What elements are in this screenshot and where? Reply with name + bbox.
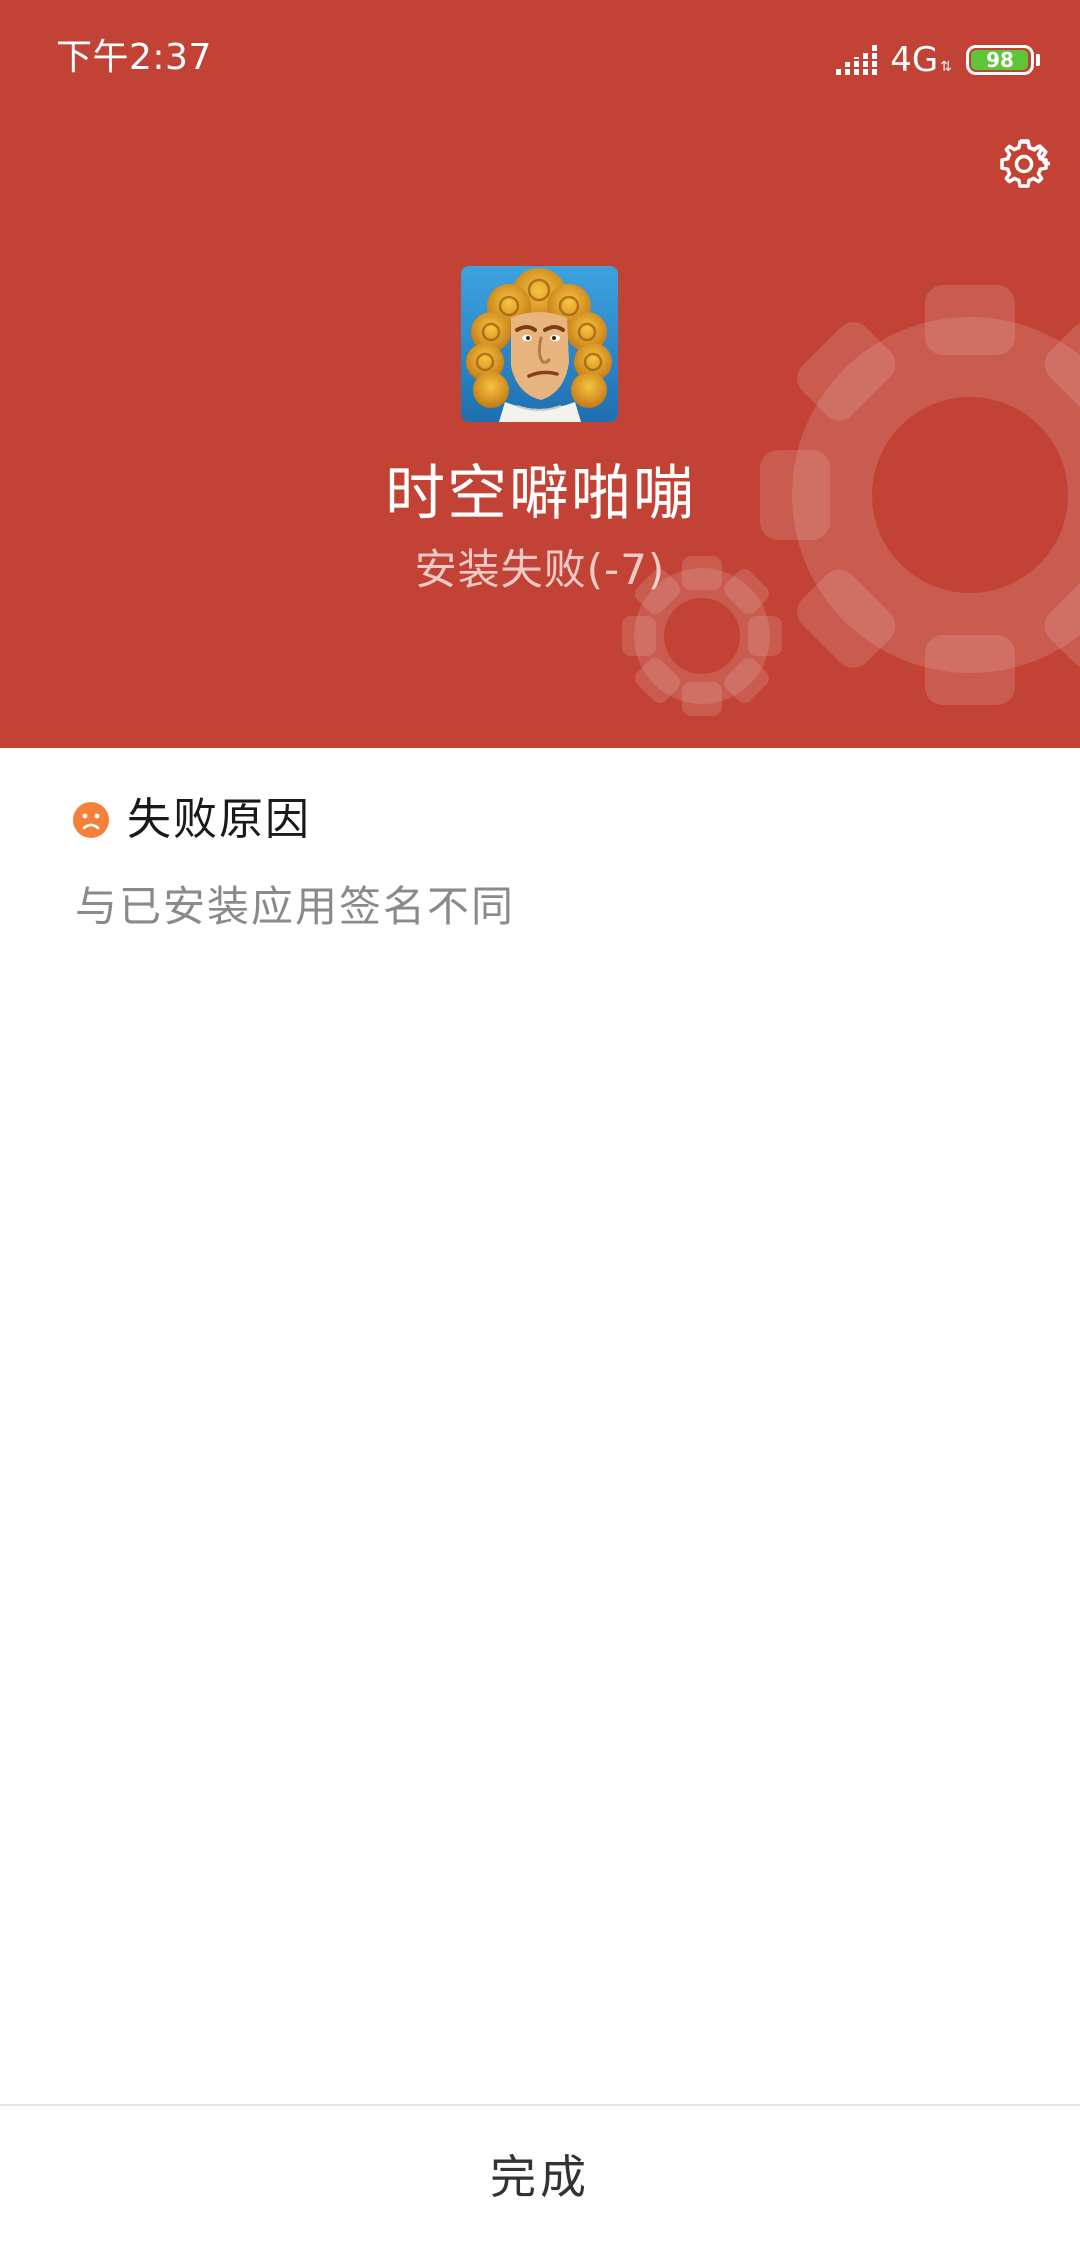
battery-icon: 98 (966, 45, 1034, 75)
app-name: 时空噼啪嘣 (385, 459, 695, 529)
app-icon (461, 266, 618, 422)
failure-reason-text: 与已安装应用签名不同 (75, 882, 516, 931)
install-status: 安装失败(-7) (414, 545, 666, 594)
network-type: 4G (890, 40, 939, 80)
failure-reason-title: 失败原因 (127, 794, 311, 845)
signal-icon (836, 45, 878, 75)
sad-face-icon (73, 802, 109, 838)
footer: 完成 (0, 2104, 1080, 2248)
failure-reason-header: 失败原因 (73, 790, 311, 850)
app-avatar-icon (461, 266, 618, 422)
status-bar: 下午2:37 4G ⇅ 98 (0, 0, 1080, 118)
done-button[interactable]: 完成 (0, 2106, 1080, 2248)
data-activity-icon: ⇅ (940, 59, 952, 75)
status-time: 下午2:37 (56, 37, 212, 78)
settings-button[interactable] (992, 132, 1056, 196)
header: 下午2:37 4G ⇅ 98 时空噼啪嘣 安装失败(-7) (0, 0, 1080, 748)
battery-tip (1036, 54, 1040, 66)
gear-icon (1000, 139, 1050, 188)
battery-level: 98 (986, 48, 1014, 72)
status-indicators: 4G ⇅ 98 (836, 38, 1040, 82)
